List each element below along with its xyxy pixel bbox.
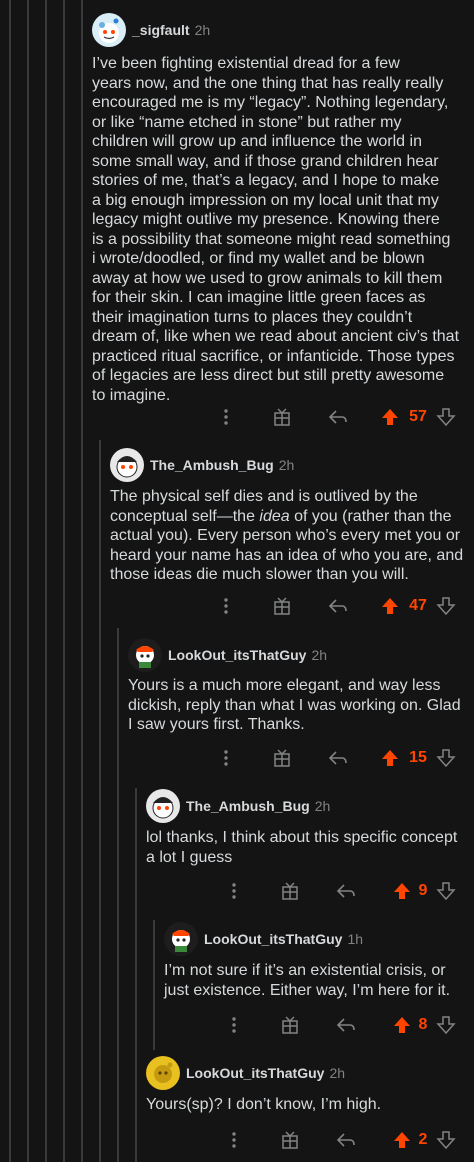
vote-score: 15 — [409, 749, 427, 766]
downvote-icon[interactable] — [434, 1013, 458, 1037]
comment-actions: 15 — [0, 746, 474, 770]
snoo-avatar-icon — [116, 456, 138, 478]
thread-line[interactable] — [9, 0, 11, 1162]
thread-line[interactable] — [135, 788, 137, 1162]
award-icon[interactable] — [278, 879, 302, 903]
avatar[interactable] — [128, 638, 162, 672]
award-icon[interactable] — [278, 1013, 302, 1037]
upvote-icon[interactable] — [378, 746, 402, 770]
comment-header: _sigfault 2h — [92, 13, 210, 47]
vote-score: 47 — [409, 597, 427, 614]
comment-body: The physical self dies and is outlived b… — [110, 487, 470, 585]
downvote-icon[interactable] — [434, 746, 458, 770]
downvote-icon[interactable] — [434, 405, 458, 429]
award-icon[interactable] — [270, 405, 294, 429]
snoo-avatar-icon — [154, 1062, 173, 1083]
snoo-avatar-icon — [99, 18, 119, 43]
comment-actions: 47 — [0, 594, 474, 618]
snoo-avatar-icon — [172, 930, 190, 952]
comment-header: LookOut_itsThatGuy 1h — [164, 922, 363, 956]
reply-icon[interactable] — [326, 746, 350, 770]
snoo-avatar-icon — [136, 646, 154, 668]
comment-actions: 57 — [0, 405, 474, 429]
comment-age: 2h — [311, 647, 328, 663]
thread-line[interactable] — [45, 0, 47, 1162]
upvote-icon[interactable] — [378, 405, 402, 429]
reply-icon[interactable] — [326, 405, 350, 429]
thread-line[interactable] — [99, 440, 101, 1162]
username[interactable]: LookOut_itsThatGuy — [204, 931, 342, 947]
comment-body: Yours is a much more elegant, and way le… — [128, 677, 461, 733]
more-options-icon[interactable] — [224, 1013, 244, 1037]
comment-body-italic: idea — [259, 507, 290, 525]
more-options-icon[interactable] — [216, 594, 236, 618]
comment-header: The_Ambush_Bug 2h — [110, 448, 294, 482]
comment-age: 2h — [194, 22, 211, 38]
reply-icon[interactable] — [326, 594, 350, 618]
more-options-icon[interactable] — [216, 746, 236, 770]
comment-body: I’ve been fighting existential dread for… — [92, 55, 460, 404]
upvote-icon[interactable] — [390, 1128, 414, 1152]
comment-body: lol thanks, I think about this specific … — [146, 829, 458, 866]
username[interactable]: LookOut_itsThatGuy — [186, 1065, 324, 1081]
downvote-icon[interactable] — [434, 1128, 458, 1152]
comment-age: 2h — [314, 798, 331, 814]
upvote-icon[interactable] — [390, 879, 414, 903]
thread-line[interactable] — [27, 0, 29, 1162]
upvote-icon[interactable] — [390, 1013, 414, 1037]
thread-line[interactable] — [81, 0, 83, 1162]
downvote-icon[interactable] — [434, 879, 458, 903]
upvote-icon[interactable] — [378, 594, 402, 618]
more-options-icon[interactable] — [216, 405, 236, 429]
avatar[interactable] — [164, 922, 198, 956]
avatar[interactable] — [110, 448, 144, 482]
comment-header: The_Ambush_Bug 2h — [146, 789, 330, 823]
comment-age: 1h — [347, 931, 364, 947]
comment-header: LookOut_itsThatGuy 2h — [128, 638, 327, 672]
username[interactable]: The_Ambush_Bug — [150, 457, 274, 473]
award-icon[interactable] — [270, 746, 294, 770]
avatar[interactable] — [92, 13, 126, 47]
comment-actions: 2 — [0, 1128, 474, 1152]
award-icon[interactable] — [270, 594, 294, 618]
comment-body: Yours(sp)? I don’t know, I’m high. — [146, 1096, 382, 1113]
comment-age: 2h — [329, 1065, 346, 1081]
comment-header: LookOut_itsThatGuy 2h — [146, 1056, 345, 1090]
vote-score: 8 — [418, 1016, 428, 1033]
reply-icon[interactable] — [334, 1013, 358, 1037]
snoo-avatar-icon — [152, 797, 174, 819]
avatar[interactable] — [146, 789, 180, 823]
comment-actions: 8 — [0, 1013, 474, 1037]
username[interactable]: LookOut_itsThatGuy — [168, 647, 306, 663]
downvote-icon[interactable] — [434, 594, 458, 618]
username[interactable]: _sigfault — [132, 22, 190, 38]
vote-score: 2 — [418, 1131, 428, 1148]
comment-actions: 9 — [0, 879, 474, 903]
comment-age: 2h — [278, 457, 295, 473]
username[interactable]: The_Ambush_Bug — [186, 798, 310, 814]
comment-body: I’m not sure if it’s an existential cris… — [164, 962, 451, 999]
reply-icon[interactable] — [334, 879, 358, 903]
thread-line[interactable] — [63, 0, 65, 1162]
more-options-icon[interactable] — [224, 879, 244, 903]
vote-score: 9 — [418, 882, 428, 899]
more-options-icon[interactable] — [224, 1128, 244, 1152]
vote-score: 57 — [409, 408, 427, 425]
avatar[interactable] — [146, 1056, 180, 1090]
reply-icon[interactable] — [334, 1128, 358, 1152]
award-icon[interactable] — [278, 1128, 302, 1152]
